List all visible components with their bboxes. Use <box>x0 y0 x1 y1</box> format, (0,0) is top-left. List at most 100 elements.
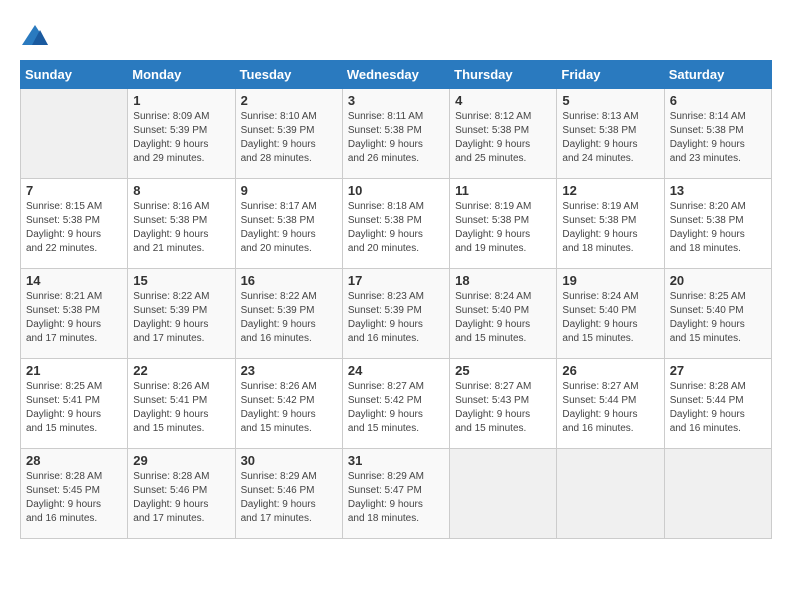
calendar-cell <box>557 449 664 539</box>
day-info: Sunrise: 8:13 AM Sunset: 5:38 PM Dayligh… <box>562 110 658 166</box>
calendar-cell <box>21 89 128 179</box>
calendar-cell: 25 Sunrise: 8:27 AM Sunset: 5:43 PM Dayli… <box>450 359 557 449</box>
calendar-cell: 14 Sunrise: 8:21 AM Sunset: 5:38 PM Dayli… <box>21 269 128 359</box>
day-number: 9 <box>241 183 337 198</box>
day-info: Sunrise: 8:25 AM Sunset: 5:41 PM Dayligh… <box>26 380 122 436</box>
day-info: Sunrise: 8:29 AM Sunset: 5:47 PM Dayligh… <box>348 470 444 526</box>
day-info: Sunrise: 8:27 AM Sunset: 5:42 PM Dayligh… <box>348 380 444 436</box>
page-header <box>20 20 772 50</box>
day-info: Sunrise: 8:26 AM Sunset: 5:42 PM Dayligh… <box>241 380 337 436</box>
day-number: 22 <box>133 363 229 378</box>
day-info: Sunrise: 8:23 AM Sunset: 5:39 PM Dayligh… <box>348 290 444 346</box>
day-number: 15 <box>133 273 229 288</box>
calendar-cell: 20 Sunrise: 8:25 AM Sunset: 5:40 PM Dayli… <box>664 269 771 359</box>
day-number: 12 <box>562 183 658 198</box>
day-info: Sunrise: 8:22 AM Sunset: 5:39 PM Dayligh… <box>241 290 337 346</box>
day-number: 24 <box>348 363 444 378</box>
day-number: 31 <box>348 453 444 468</box>
day-info: Sunrise: 8:14 AM Sunset: 5:38 PM Dayligh… <box>670 110 766 166</box>
day-info: Sunrise: 8:17 AM Sunset: 5:38 PM Dayligh… <box>241 200 337 256</box>
day-info: Sunrise: 8:12 AM Sunset: 5:38 PM Dayligh… <box>455 110 551 166</box>
logo-icon <box>20 20 50 50</box>
day-number: 29 <box>133 453 229 468</box>
calendar-cell: 1 Sunrise: 8:09 AM Sunset: 5:39 PM Daylig… <box>128 89 235 179</box>
calendar-cell: 9 Sunrise: 8:17 AM Sunset: 5:38 PM Daylig… <box>235 179 342 269</box>
day-info: Sunrise: 8:21 AM Sunset: 5:38 PM Dayligh… <box>26 290 122 346</box>
day-number: 2 <box>241 93 337 108</box>
day-info: Sunrise: 8:26 AM Sunset: 5:41 PM Dayligh… <box>133 380 229 436</box>
day-info: Sunrise: 8:09 AM Sunset: 5:39 PM Dayligh… <box>133 110 229 166</box>
calendar-table: SundayMondayTuesdayWednesdayThursdayFrid… <box>20 60 772 539</box>
calendar-cell: 5 Sunrise: 8:13 AM Sunset: 5:38 PM Daylig… <box>557 89 664 179</box>
calendar-cell: 11 Sunrise: 8:19 AM Sunset: 5:38 PM Dayli… <box>450 179 557 269</box>
day-number: 21 <box>26 363 122 378</box>
calendar-cell: 17 Sunrise: 8:23 AM Sunset: 5:39 PM Dayli… <box>342 269 449 359</box>
day-of-week-header: Tuesday <box>235 61 342 89</box>
day-number: 19 <box>562 273 658 288</box>
day-number: 17 <box>348 273 444 288</box>
day-number: 25 <box>455 363 551 378</box>
logo <box>20 20 54 50</box>
day-info: Sunrise: 8:10 AM Sunset: 5:39 PM Dayligh… <box>241 110 337 166</box>
day-number: 20 <box>670 273 766 288</box>
day-info: Sunrise: 8:18 AM Sunset: 5:38 PM Dayligh… <box>348 200 444 256</box>
day-of-week-header: Sunday <box>21 61 128 89</box>
day-info: Sunrise: 8:28 AM Sunset: 5:45 PM Dayligh… <box>26 470 122 526</box>
calendar-week-row: 7 Sunrise: 8:15 AM Sunset: 5:38 PM Daylig… <box>21 179 772 269</box>
calendar-cell: 22 Sunrise: 8:26 AM Sunset: 5:41 PM Dayli… <box>128 359 235 449</box>
day-number: 28 <box>26 453 122 468</box>
calendar-cell: 15 Sunrise: 8:22 AM Sunset: 5:39 PM Dayli… <box>128 269 235 359</box>
day-info: Sunrise: 8:27 AM Sunset: 5:43 PM Dayligh… <box>455 380 551 436</box>
day-number: 5 <box>562 93 658 108</box>
day-info: Sunrise: 8:20 AM Sunset: 5:38 PM Dayligh… <box>670 200 766 256</box>
calendar-cell: 2 Sunrise: 8:10 AM Sunset: 5:39 PM Daylig… <box>235 89 342 179</box>
calendar-week-row: 14 Sunrise: 8:21 AM Sunset: 5:38 PM Dayli… <box>21 269 772 359</box>
day-info: Sunrise: 8:28 AM Sunset: 5:44 PM Dayligh… <box>670 380 766 436</box>
day-info: Sunrise: 8:19 AM Sunset: 5:38 PM Dayligh… <box>562 200 658 256</box>
day-of-week-header: Monday <box>128 61 235 89</box>
day-number: 3 <box>348 93 444 108</box>
day-number: 27 <box>670 363 766 378</box>
day-info: Sunrise: 8:29 AM Sunset: 5:46 PM Dayligh… <box>241 470 337 526</box>
calendar-week-row: 28 Sunrise: 8:28 AM Sunset: 5:45 PM Dayli… <box>21 449 772 539</box>
calendar-week-row: 1 Sunrise: 8:09 AM Sunset: 5:39 PM Daylig… <box>21 89 772 179</box>
calendar-cell: 31 Sunrise: 8:29 AM Sunset: 5:47 PM Dayli… <box>342 449 449 539</box>
day-number: 14 <box>26 273 122 288</box>
day-number: 18 <box>455 273 551 288</box>
day-info: Sunrise: 8:19 AM Sunset: 5:38 PM Dayligh… <box>455 200 551 256</box>
calendar-cell: 19 Sunrise: 8:24 AM Sunset: 5:40 PM Dayli… <box>557 269 664 359</box>
day-info: Sunrise: 8:24 AM Sunset: 5:40 PM Dayligh… <box>455 290 551 346</box>
day-number: 16 <box>241 273 337 288</box>
calendar-cell: 28 Sunrise: 8:28 AM Sunset: 5:45 PM Dayli… <box>21 449 128 539</box>
day-number: 7 <box>26 183 122 198</box>
day-number: 11 <box>455 183 551 198</box>
calendar-cell: 26Sunrise: 8:27 AM Sunset: 5:44 PM Dayli… <box>557 359 664 449</box>
day-info: Sunrise: 8:11 AM Sunset: 5:38 PM Dayligh… <box>348 110 444 166</box>
day-info: Sunrise: 8:24 AM Sunset: 5:40 PM Dayligh… <box>562 290 658 346</box>
day-info: Sunrise: 8:16 AM Sunset: 5:38 PM Dayligh… <box>133 200 229 256</box>
day-number: 13 <box>670 183 766 198</box>
day-number: 1 <box>133 93 229 108</box>
calendar-cell: 24 Sunrise: 8:27 AM Sunset: 5:42 PM Dayli… <box>342 359 449 449</box>
calendar-cell: 18 Sunrise: 8:24 AM Sunset: 5:40 PM Dayli… <box>450 269 557 359</box>
calendar-cell: 13 Sunrise: 8:20 AM Sunset: 5:38 PM Dayli… <box>664 179 771 269</box>
calendar-cell: 12 Sunrise: 8:19 AM Sunset: 5:38 PM Dayli… <box>557 179 664 269</box>
calendar-cell: 3 Sunrise: 8:11 AM Sunset: 5:38 PM Daylig… <box>342 89 449 179</box>
calendar-cell: 8Sunrise: 8:16 AM Sunset: 5:38 PM Daylig… <box>128 179 235 269</box>
day-of-week-header: Saturday <box>664 61 771 89</box>
day-number: 30 <box>241 453 337 468</box>
calendar-cell: 30 Sunrise: 8:29 AM Sunset: 5:46 PM Dayli… <box>235 449 342 539</box>
calendar-cell: 10 Sunrise: 8:18 AM Sunset: 5:38 PM Dayli… <box>342 179 449 269</box>
day-number: 10 <box>348 183 444 198</box>
day-info: Sunrise: 8:27 AM Sunset: 5:44 PM Dayligh… <box>562 380 658 436</box>
calendar-cell: 23 Sunrise: 8:26 AM Sunset: 5:42 PM Dayli… <box>235 359 342 449</box>
day-number: 23 <box>241 363 337 378</box>
calendar-week-row: 21 Sunrise: 8:25 AM Sunset: 5:41 PM Dayli… <box>21 359 772 449</box>
day-info: Sunrise: 8:25 AM Sunset: 5:40 PM Dayligh… <box>670 290 766 346</box>
day-info: Sunrise: 8:22 AM Sunset: 5:39 PM Dayligh… <box>133 290 229 346</box>
day-of-week-header: Friday <box>557 61 664 89</box>
calendar-cell: 6Sunrise: 8:14 AM Sunset: 5:38 PM Daylig… <box>664 89 771 179</box>
calendar-cell <box>664 449 771 539</box>
day-info: Sunrise: 8:28 AM Sunset: 5:46 PM Dayligh… <box>133 470 229 526</box>
day-info: Sunrise: 8:15 AM Sunset: 5:38 PM Dayligh… <box>26 200 122 256</box>
